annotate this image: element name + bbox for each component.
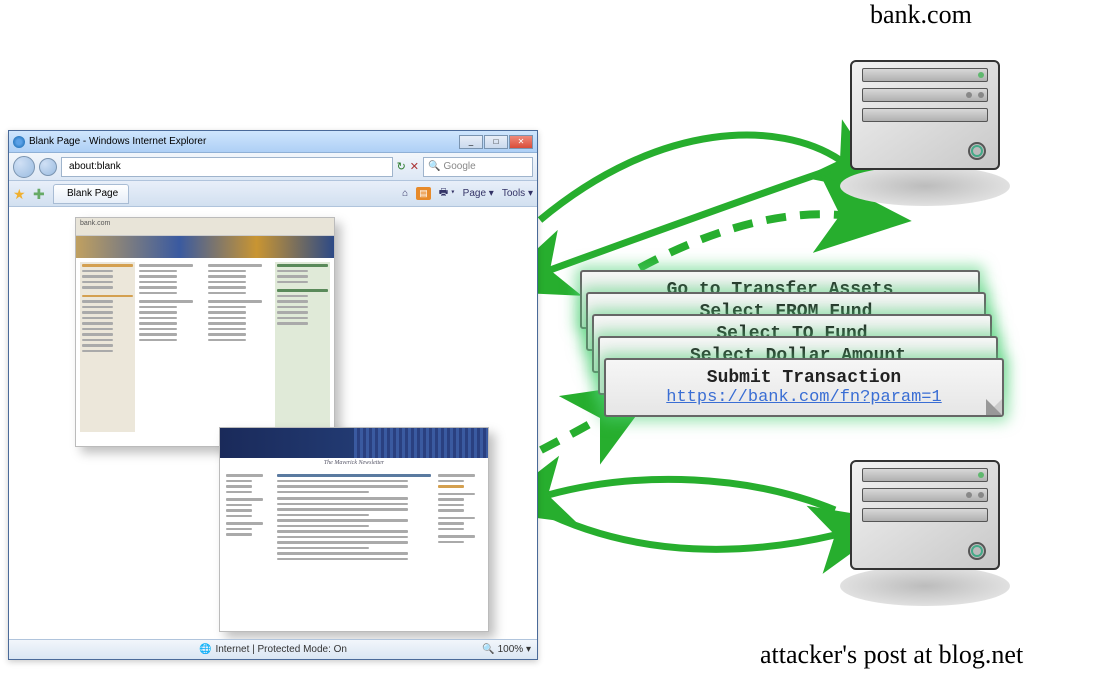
stop-button[interactable]: ✕ — [410, 160, 419, 173]
card-title: Submit Transaction — [620, 368, 988, 388]
search-placeholder: Google — [443, 161, 475, 172]
home-button[interactable]: ⌂ — [402, 188, 408, 199]
globe-icon: 🌐 — [199, 644, 211, 655]
refresh-button[interactable]: ↻ — [397, 160, 406, 173]
print-icon[interactable]: 🖶 ▾ — [439, 185, 455, 202]
favorites-star-icon[interactable]: ★ — [13, 186, 29, 202]
browser-tab[interactable]: Blank Page — [53, 184, 129, 204]
page-menu[interactable]: Page ▾ — [463, 188, 494, 199]
search-icon: 🔍 — [428, 161, 440, 172]
address-text: about:blank — [69, 161, 121, 172]
bank-page-title: bank.com — [76, 218, 334, 236]
maximize-button[interactable]: □ — [484, 135, 508, 149]
bank-label: bank.com — [870, 0, 972, 30]
request-cards-stack: Go to Transfer Assets https://bank.com/f… — [580, 270, 1030, 430]
tools-menu[interactable]: Tools ▾ — [502, 188, 533, 199]
status-text: Internet | Protected Mode: On — [215, 644, 347, 655]
window-title: Blank Page - Windows Internet Explorer — [29, 136, 206, 147]
navigation-bar: about:blank ↻ ✕ 🔍 Google — [9, 153, 537, 181]
zoom-level[interactable]: 🔍 100% ▾ — [482, 644, 531, 655]
add-favorites-icon[interactable]: ✚ — [33, 186, 49, 202]
close-button[interactable]: ✕ — [509, 135, 533, 149]
browser-content: bank.com — [9, 207, 537, 639]
titlebar[interactable]: Blank Page - Windows Internet Explorer _… — [9, 131, 537, 153]
minimize-button[interactable]: _ — [459, 135, 483, 149]
tab-label: Blank Page — [67, 188, 118, 199]
address-bar[interactable]: about:blank — [61, 157, 393, 177]
feed-icon[interactable]: ▤ — [416, 187, 431, 200]
blog-page-thumbnail: The Maverick Newsletter — [219, 427, 489, 632]
search-box[interactable]: 🔍 Google — [423, 157, 533, 177]
back-button[interactable] — [13, 156, 35, 178]
card-url: https://bank.com/fn?param=1 — [620, 388, 988, 407]
blog-page-title: The Maverick Newsletter — [220, 458, 488, 468]
attacker-label: attacker's post at blog.net — [760, 640, 1023, 670]
attacker-server — [850, 460, 1000, 640]
forward-button[interactable] — [39, 158, 57, 176]
tab-bar: ★ ✚ Blank Page ⌂ ▤ 🖶 ▾ Page ▾ Tools ▾ — [9, 181, 537, 207]
ie-icon — [13, 136, 25, 148]
bank-page-thumbnail: bank.com — [75, 217, 335, 447]
status-bar: 🌐 Internet | Protected Mode: On 🔍 100% ▾ — [9, 639, 537, 659]
browser-window: Blank Page - Windows Internet Explorer _… — [8, 130, 538, 660]
bank-server — [850, 60, 1000, 240]
